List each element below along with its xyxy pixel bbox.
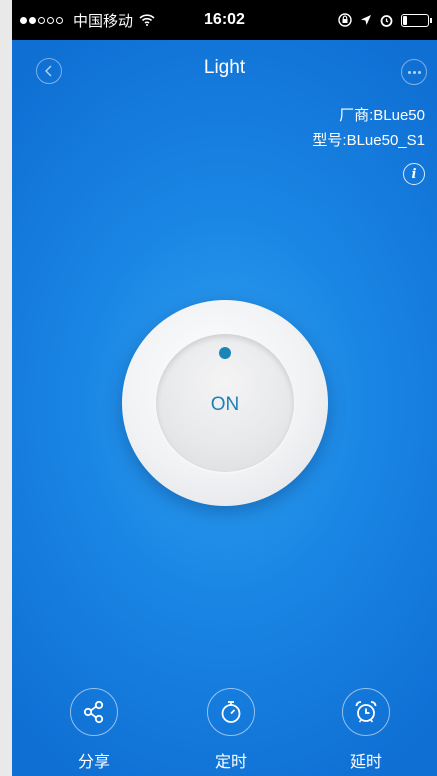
delay-action[interactable]: 延时 (336, 688, 396, 772)
carrier-label: 中国移动 (73, 12, 134, 30)
more-dots-icon (407, 70, 411, 74)
status-left: 中国移动 (20, 10, 155, 31)
battery-icon (401, 13, 432, 27)
delay-button[interactable] (342, 688, 390, 736)
delay-label: 延时 (349, 754, 382, 771)
status-right (338, 13, 432, 27)
more-button[interactable] (401, 59, 427, 85)
location-icon (361, 15, 371, 25)
page-title: Light (203, 57, 246, 78)
device-info: 厂商:BLue50 型号:BLue50_S1 (312, 103, 425, 153)
power-button-inner[interactable]: ON (156, 334, 294, 472)
power-state-label: ON (210, 394, 240, 415)
wifi-icon (139, 14, 155, 26)
power-button[interactable]: ON (122, 300, 328, 506)
share-label: 分享 (77, 754, 110, 771)
vendor-label: 厂商:BLue50 (339, 107, 425, 124)
share-button[interactable] (70, 688, 118, 736)
app-screen: 中国移动 16:02 Light 厂商:BLue50 型号:BLue50_S1 … (12, 0, 437, 776)
status-bar: 中国移动 16:02 (12, 0, 437, 40)
info-icon[interactable]: i (403, 163, 425, 185)
share-icon (83, 700, 104, 724)
timer-label: 定时 (214, 754, 247, 771)
timer-action[interactable]: 定时 (201, 688, 261, 772)
signal-dots-icon (20, 16, 63, 24)
share-action[interactable]: 分享 (64, 688, 124, 772)
alarm-clock-icon (355, 701, 377, 723)
alarm-icon (380, 14, 393, 27)
lock-rotation-icon (338, 13, 352, 27)
timer-icon (221, 701, 241, 723)
model-label: 型号:BLue50_S1 (312, 132, 425, 149)
timer-button[interactable] (207, 688, 255, 736)
power-indicator-dot (219, 347, 231, 359)
